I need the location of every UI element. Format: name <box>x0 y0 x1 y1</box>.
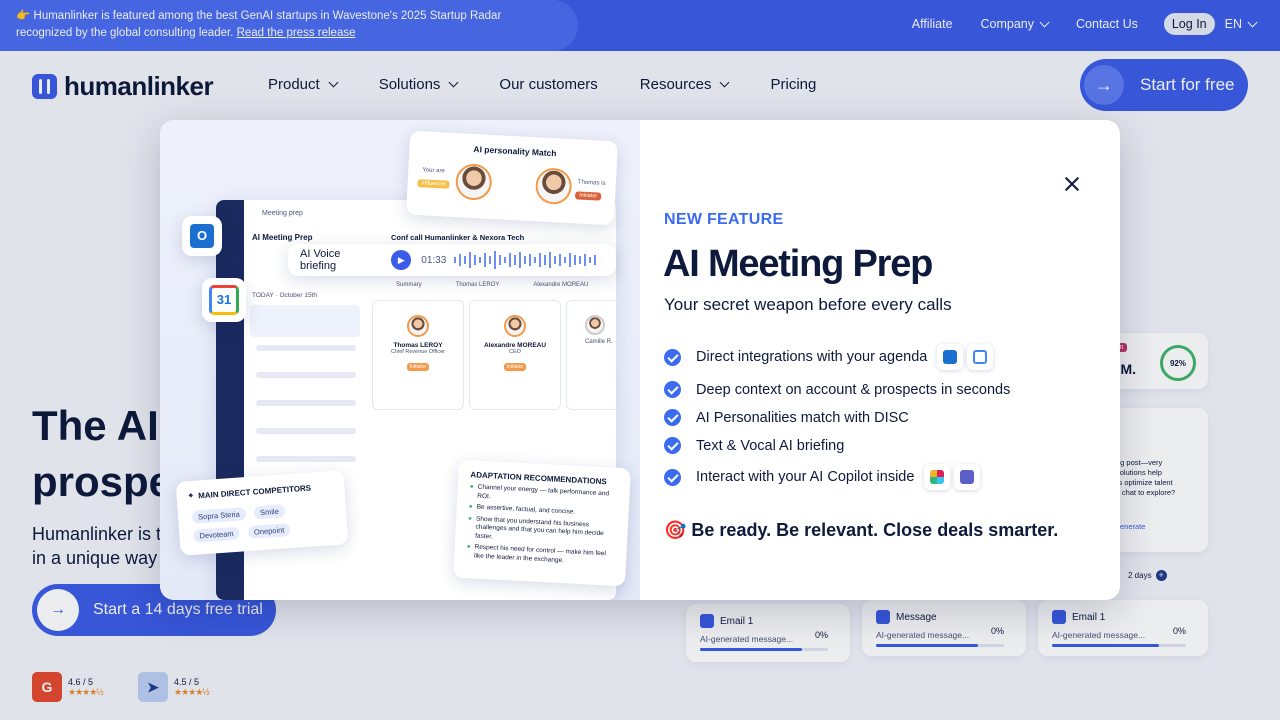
thomas-tag: Initiator <box>574 191 602 201</box>
person-name: Camille R. <box>585 339 613 345</box>
integration-icons <box>924 464 984 490</box>
competitors-title-text: MAIN DIRECT COMPETITORS <box>197 483 312 500</box>
avatar <box>454 163 493 201</box>
competitors-card: ⌖ MAIN DIRECT COMPETITORS Sopra Steria Sm… <box>175 470 349 556</box>
feature-item: AI Personalities match with DISC <box>664 409 909 426</box>
modal-illustration: Meeting prep AI Meeting Prep Conf call H… <box>160 120 640 600</box>
modal-tagline: 🎯 Be ready. Be relevant. Close deals sma… <box>664 520 1059 540</box>
competitor-chips: Sopra Steria Smile Devoteam Onepoint <box>189 497 335 545</box>
list-item[interactable] <box>256 372 356 378</box>
feature-text: Interact with your AI Copilot inside <box>696 469 915 485</box>
modal-title: AI Meeting Prep <box>663 243 933 285</box>
competitor-chip: Devoteam <box>193 526 240 543</box>
feature-text: AI Personalities match with DISC <box>696 409 909 426</box>
feature-modal: Meeting prep AI Meeting Prep Conf call H… <box>160 120 1120 600</box>
competitor-chip: Onepoint <box>247 523 291 540</box>
modal-subtitle: Your secret weapon before every calls <box>664 295 952 314</box>
person-tabs: Summary Thomas LEROY Alexandre MOREAU <box>396 282 588 288</box>
teams-icon <box>954 464 981 490</box>
ai-meeting-prep-label: AI Meeting Prep <box>252 233 313 242</box>
person-tag: Initiator <box>503 363 527 371</box>
target-icon: ⌖ <box>188 490 194 501</box>
thomas-is-label: Thomas is <box>577 179 606 187</box>
list-item: ● Show that you understand his business c… <box>467 515 616 548</box>
competitor-chip: Smile <box>253 504 286 520</box>
avatar <box>534 167 573 206</box>
check-icon <box>664 409 681 426</box>
person-name: Thomas LEROY <box>393 342 443 349</box>
tab-person[interactable]: Thomas LEROY <box>456 282 500 288</box>
bullet-icon: ● <box>466 543 471 551</box>
check-icon <box>664 437 681 454</box>
calendar-icon: 31 <box>202 278 246 322</box>
person-name: Alexandre MOREAU <box>483 342 547 349</box>
calendar-day: 31 <box>209 285 239 315</box>
competitor-chip: Sopra Steria <box>191 507 247 524</box>
waveform-icon <box>454 251 597 269</box>
check-icon <box>664 381 681 398</box>
person-card[interactable]: Thomas LEROY Chief Revenue Officer Initi… <box>372 300 464 410</box>
check-icon <box>664 348 681 366</box>
you-are-label: Your are <box>422 167 445 175</box>
voice-label: AI Voice briefing <box>300 248 341 272</box>
adapt-text: Show that you understand his business ch… <box>475 515 604 540</box>
tab-person[interactable]: Alexandre MOREAU <box>533 282 588 288</box>
avatar <box>504 315 526 337</box>
list-item: ● Respect his need for control — make him… <box>466 543 615 568</box>
adaptation-card: ADAPTATION RECOMMENDATIONS ● Channel your… <box>453 459 631 587</box>
outlook-icon <box>937 344 964 370</box>
bullet-icon: ● <box>467 514 473 522</box>
feature-item: Interact with your AI Copilot inside <box>664 464 984 490</box>
person-card[interactable]: Alexandre MOREAU CEO Initiator <box>469 300 561 410</box>
tab-summary[interactable]: Summary <box>396 282 422 288</box>
meeting-prep-label: Meeting prep <box>262 210 303 217</box>
slack-icon <box>924 464 951 490</box>
bullet-icon: ● <box>468 503 473 511</box>
feature-text: Direct integrations with your agenda <box>696 349 928 365</box>
play-icon[interactable]: ▶ <box>391 250 412 270</box>
list-item[interactable] <box>256 345 356 351</box>
day-label: TODAY · October 15th <box>252 292 318 299</box>
integration-icons <box>937 344 997 370</box>
feature-item: Text & Vocal AI briefing <box>664 437 844 454</box>
person-role: CEO <box>509 349 521 355</box>
person-role: Chief Revenue Officer <box>390 349 445 355</box>
you-tag: Influencer <box>417 179 450 189</box>
voice-time: 01:33 <box>421 254 447 266</box>
close-icon[interactable] <box>1064 176 1080 192</box>
list-item[interactable] <box>256 456 356 462</box>
outlook-glyph: O <box>190 224 214 248</box>
outlook-icon: O <box>182 216 222 256</box>
new-feature-label: NEW FEATURE <box>664 211 784 228</box>
voice-briefing-player: AI Voice briefing ▶ 01:33 <box>288 244 616 276</box>
person-tag: Initiator <box>406 363 430 371</box>
check-icon <box>664 468 681 486</box>
personality-match-card: AI personality Match Your are Influencer… <box>405 130 619 226</box>
feature-item: Direct integrations with your agenda <box>664 344 997 370</box>
person-card[interactable]: Camille R. <box>566 300 626 410</box>
feature-item: Deep context on account & prospects in s… <box>664 381 1010 398</box>
list-item[interactable] <box>256 428 356 434</box>
google-calendar-icon <box>967 344 994 370</box>
bullet-icon: ● <box>469 483 474 491</box>
avatar <box>585 315 605 335</box>
list-item[interactable] <box>250 305 360 337</box>
list-item[interactable] <box>256 400 356 406</box>
meeting-name: Conf call Humanlinker & Nexora Tech <box>391 233 525 242</box>
feature-text: Deep context on account & prospects in s… <box>696 381 1011 398</box>
adapt-text: Respect his need for control — make him … <box>473 543 607 564</box>
adaptation-list: ● Channel your energy — talk performance … <box>466 483 618 568</box>
personality-title: AI personality Match <box>473 143 557 159</box>
feature-text: Text & Vocal AI briefing <box>696 437 845 454</box>
avatar <box>407 315 429 337</box>
